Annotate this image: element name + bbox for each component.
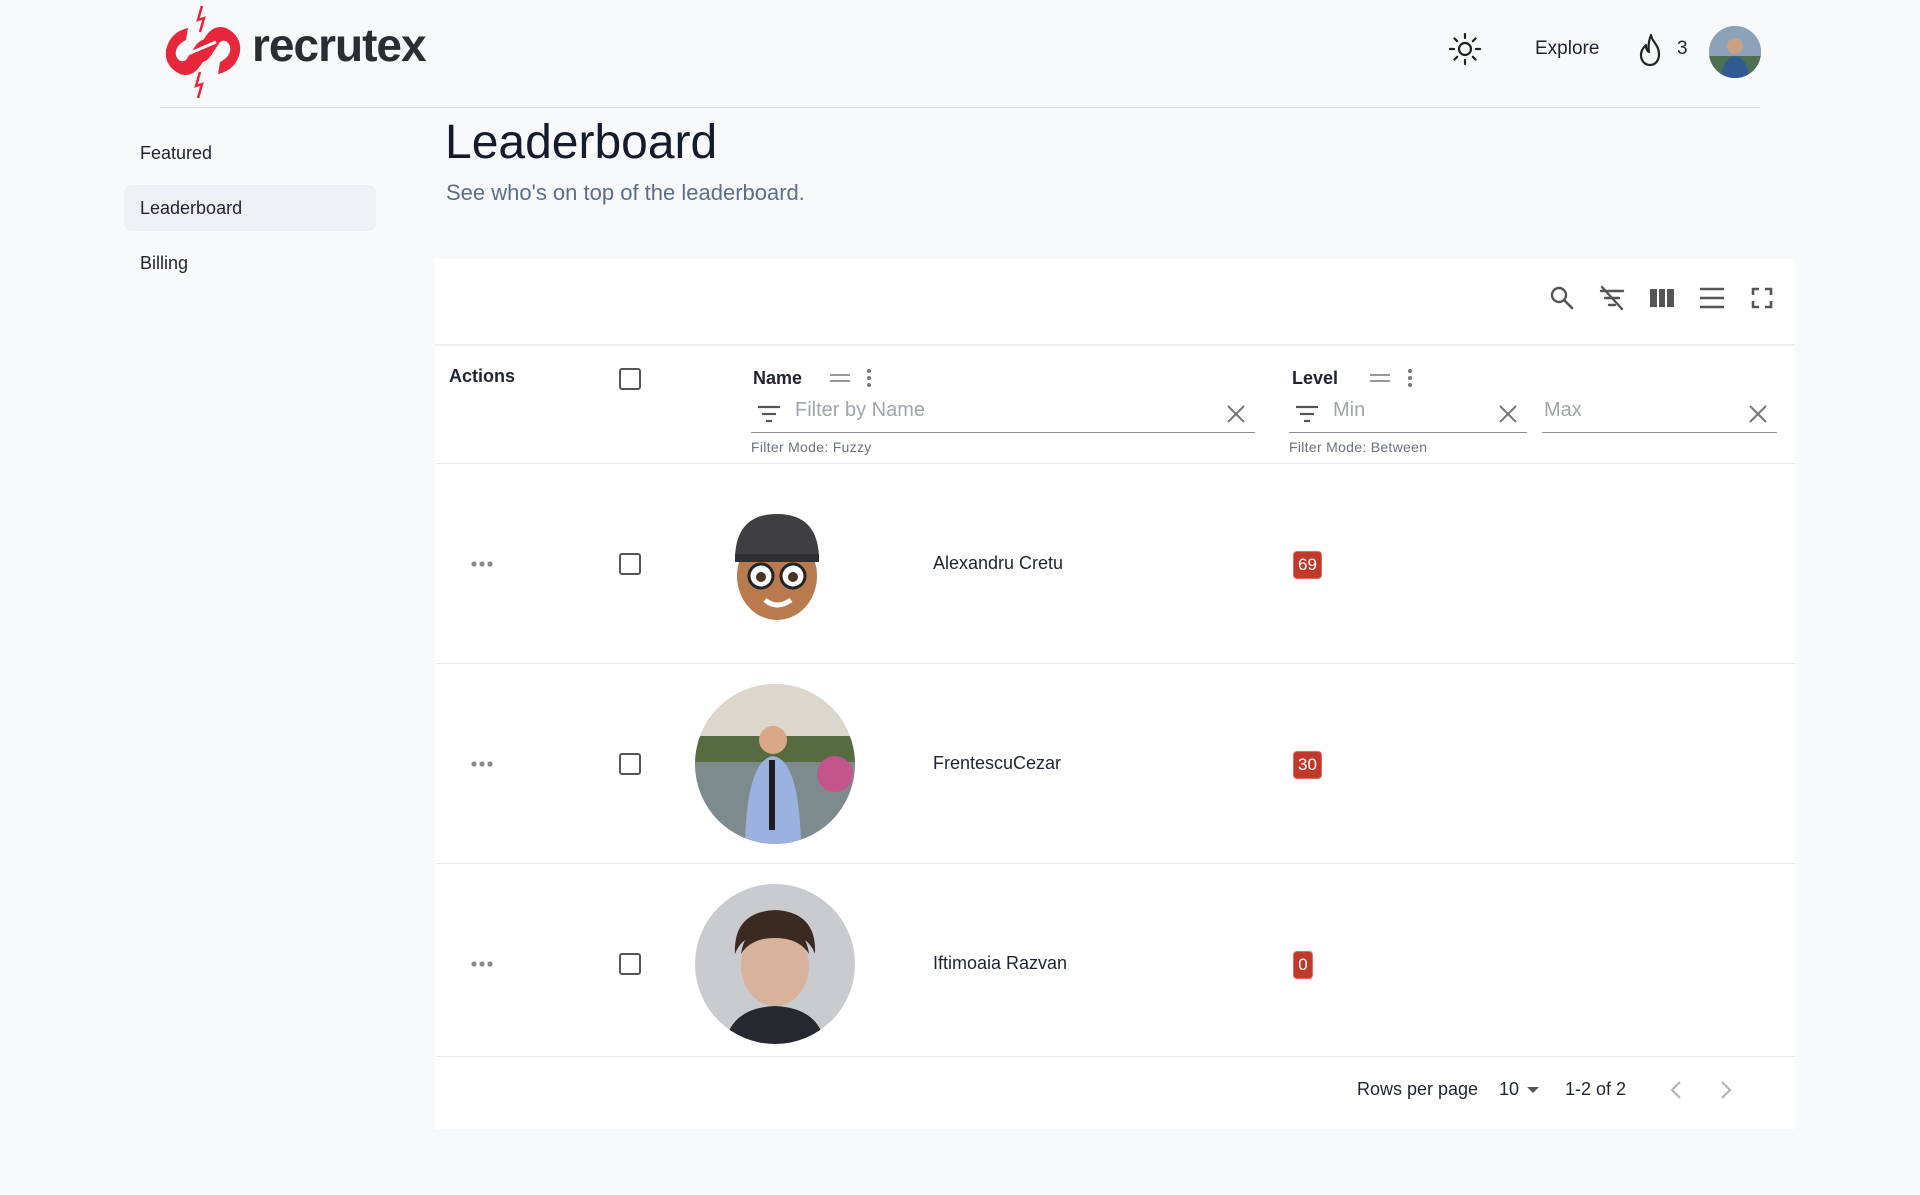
table-row: Alexandru Cretu 69: [437, 464, 1795, 664]
fullscreen-icon: [1751, 287, 1773, 309]
kebab-menu-icon[interactable]: [866, 368, 872, 388]
row-name: FrentescuCezar: [933, 753, 1062, 773]
fire-icon: [1639, 33, 1661, 67]
rows-per-page-label: Rows per page: [1357, 1079, 1479, 1099]
column-header-level[interactable]: Level: [1292, 368, 1338, 389]
name-filter-input[interactable]: [795, 399, 1098, 422]
select-all-checkbox[interactable]: [619, 368, 641, 390]
drag-handle-icon[interactable]: [1369, 373, 1391, 383]
level-max-input[interactable]: [1544, 399, 1685, 422]
sidebar-item-leaderboard[interactable]: Leaderboard: [124, 185, 376, 231]
level-min-filter-field: [1289, 395, 1527, 433]
brand-name[interactable]: recrutex: [252, 18, 427, 72]
chevron-left-icon: [1670, 1081, 1681, 1099]
sun-icon[interactable]: [1448, 32, 1482, 66]
kebab-menu-icon[interactable]: [1407, 368, 1413, 388]
name-filter-mode: Filter Mode: Fuzzy: [751, 439, 872, 455]
page-title: Leaderboard: [445, 116, 718, 169]
name-filter-field: [751, 395, 1255, 433]
more-horiz-icon[interactable]: [470, 760, 494, 768]
sidebar-item-billing[interactable]: Billing: [124, 240, 376, 286]
column-header-actions: Actions: [449, 366, 516, 386]
level-badge: 30: [1293, 751, 1322, 779]
avatar: [695, 484, 855, 644]
chevron-right-icon: [1721, 1081, 1732, 1099]
avatar: [695, 684, 855, 844]
level-badge: 69: [1293, 551, 1322, 579]
sidebar-item-featured[interactable]: Featured: [124, 130, 376, 176]
caret-down-icon: [1527, 1087, 1539, 1093]
pagination-bar: Rows per page 10 1-2 of 2: [435, 1057, 1795, 1129]
show-columns-button[interactable]: [1645, 281, 1679, 315]
density-button[interactable]: [1695, 281, 1729, 315]
more-horiz-icon[interactable]: [470, 560, 494, 568]
table-row: FrentescuCezar 30: [437, 664, 1795, 864]
columns-icon: [1650, 289, 1674, 307]
density-icon: [1700, 287, 1724, 309]
previous-page-button[interactable]: [1659, 1073, 1693, 1107]
row-checkbox[interactable]: [619, 553, 641, 575]
level-max-filter-field: [1542, 395, 1777, 433]
sidebar-nav: Featured Leaderboard Billing: [124, 130, 376, 295]
search-icon: [1550, 286, 1574, 310]
search-button[interactable]: [1545, 281, 1579, 315]
row-name: Alexandru Cretu: [933, 553, 1064, 573]
next-page-button[interactable]: [1709, 1073, 1743, 1107]
drag-handle-icon[interactable]: [829, 373, 851, 383]
rows-per-page-value: 10: [1499, 1079, 1520, 1099]
table-row: Iftimoaia Razvan 0: [437, 864, 1795, 1057]
header-divider: [160, 107, 1760, 108]
filter-list-icon: [758, 405, 780, 423]
page-range: 1-2 of 2: [1565, 1079, 1627, 1099]
leaderboard-table: Actions Name Level Filter Mode: Fuzzy Fi…: [435, 259, 1795, 1129]
filter-list-icon: [1296, 405, 1318, 423]
level-badge: 0: [1293, 951, 1313, 979]
logo-mark-icon[interactable]: [158, 2, 248, 100]
user-avatar[interactable]: [1709, 26, 1761, 78]
avatar: [695, 884, 855, 1044]
close-icon[interactable]: [1497, 403, 1519, 425]
close-icon[interactable]: [1225, 403, 1247, 425]
more-horiz-icon[interactable]: [470, 960, 494, 968]
row-name: Iftimoaia Razvan: [933, 953, 1068, 973]
filter-off-icon: [1599, 285, 1625, 311]
page-subtitle: See who's on top of the leaderboard.: [446, 180, 805, 205]
streak-count: 3: [1677, 38, 1688, 59]
explore-link[interactable]: Explore: [1535, 38, 1599, 60]
close-icon[interactable]: [1747, 403, 1769, 425]
row-checkbox[interactable]: [619, 753, 641, 775]
column-header-name[interactable]: Name: [753, 368, 802, 389]
top-header: recrutex Explore 3: [0, 0, 1920, 108]
level-filter-mode: Filter Mode: Between: [1289, 439, 1428, 455]
level-min-input[interactable]: [1333, 399, 1452, 422]
fullscreen-button[interactable]: [1745, 281, 1779, 315]
toolbar-divider: [435, 344, 1795, 346]
rows-per-page-select[interactable]: 10: [1493, 1075, 1545, 1105]
row-checkbox[interactable]: [619, 953, 641, 975]
toggle-filters-button[interactable]: [1595, 281, 1629, 315]
